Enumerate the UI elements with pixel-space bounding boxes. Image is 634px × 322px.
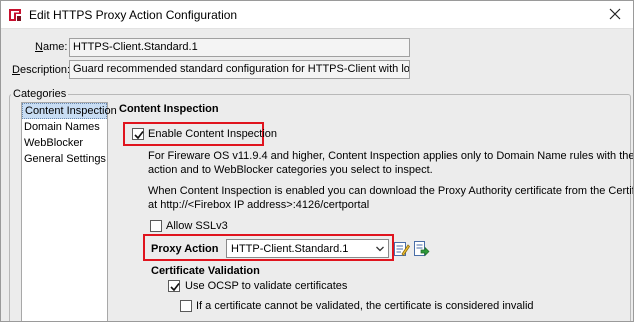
category-domain-names[interactable]: Domain Names xyxy=(22,119,107,135)
edit-proxy-action-icon xyxy=(394,242,411,257)
name-field[interactable]: HTTPS-Client.Standard.1 xyxy=(69,38,410,57)
panel-title: Content Inspection xyxy=(119,103,219,115)
categories-list: Content Inspection Domain Names WebBlock… xyxy=(21,102,117,321)
category-general-settings[interactable]: General Settings xyxy=(22,151,107,167)
clone-proxy-action-button[interactable] xyxy=(413,240,430,257)
allow-sslv3-label: Allow SSLv3 xyxy=(166,220,228,232)
dialog-window: Edit HTTPS Proxy Action Configuration Na… xyxy=(0,0,634,322)
allow-sslv3-checkbox[interactable] xyxy=(150,220,162,232)
cert-line-1: When Content Inspection is enabled you c… xyxy=(148,185,633,197)
edit-proxy-action-button[interactable] xyxy=(393,240,411,257)
invalid-cert-label: If a certificate cannot be validated, th… xyxy=(196,300,534,312)
proxy-action-value: HTTP-Client.Standard.1 xyxy=(231,243,349,255)
info-line-1: For Fireware OS v11.9.4 and higher, Cont… xyxy=(148,150,634,162)
ocsp-checkbox[interactable] xyxy=(168,280,180,292)
window-title: Edit HTTPS Proxy Action Configuration xyxy=(29,8,238,22)
cert-line-2: at http://<Firebox IP address>:4126/cert… xyxy=(148,199,370,211)
watchguard-logo-icon xyxy=(8,8,22,22)
ocsp-label: Use OCSP to validate certificates xyxy=(185,280,348,292)
title-bar: Edit HTTPS Proxy Action Configuration xyxy=(1,1,633,29)
enable-ci-label: Enable Content Inspection xyxy=(148,128,278,140)
clone-proxy-action-icon xyxy=(414,241,430,257)
close-icon xyxy=(609,8,621,20)
checkmark-icon xyxy=(134,131,144,140)
proxy-action-label: Proxy Action xyxy=(151,243,219,255)
chevron-down-icon xyxy=(376,246,384,252)
checkmark-icon xyxy=(170,283,180,292)
enable-ci-checkbox[interactable] xyxy=(132,128,144,140)
category-content-inspection[interactable]: Content Inspection xyxy=(22,103,117,119)
invalid-cert-checkbox[interactable] xyxy=(180,300,192,312)
categories-legend: Categories xyxy=(11,88,69,100)
cert-validation-title: Certificate Validation xyxy=(151,265,260,277)
close-button[interactable] xyxy=(603,3,627,25)
category-webblocker[interactable]: WebBlocker xyxy=(22,135,107,151)
description-field[interactable]: Guard recommended standard configuration… xyxy=(69,60,410,79)
info-line-2: action and to WebBlocker categories you … xyxy=(148,164,433,176)
name-label: Name: xyxy=(35,41,68,53)
description-label: Description: xyxy=(12,64,71,76)
proxy-action-select[interactable]: HTTP-Client.Standard.1 xyxy=(226,239,389,258)
